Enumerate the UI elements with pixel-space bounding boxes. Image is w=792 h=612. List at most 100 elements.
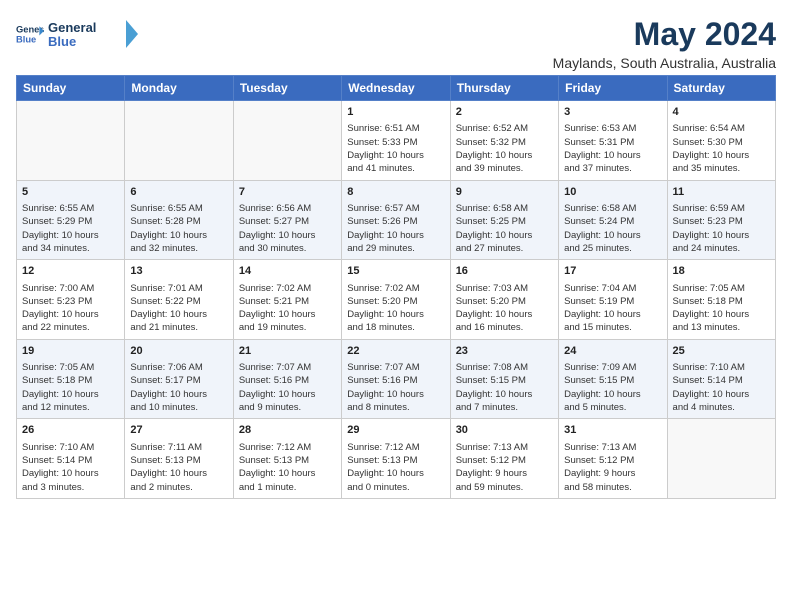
- day-number: 4: [673, 105, 770, 120]
- day-cell: 14 Sunrise: 7:02 AM Sunset: 5:21 PM Dayli…: [233, 260, 341, 340]
- day-number: 22: [347, 344, 444, 359]
- day-info: Sunrise: 6:51 AM Sunset: 5:33 PM Dayligh…: [347, 122, 444, 175]
- day-info: Sunrise: 6:52 AM Sunset: 5:32 PM Dayligh…: [456, 122, 553, 175]
- day-cell: 31Sunrise: 7:13 AM Sunset: 5:12 PM Dayli…: [559, 419, 667, 499]
- subtitle: Maylands, South Australia, Australia: [553, 55, 776, 71]
- logo-svg: General Blue: [48, 16, 138, 52]
- day-cell: 6 Sunrise: 6:55 AM Sunset: 5:28 PM Daylig…: [125, 180, 233, 260]
- header-cell-friday: Friday: [559, 76, 667, 101]
- day-info: Sunrise: 7:11 AM Sunset: 5:13 PM Dayligh…: [130, 441, 227, 494]
- day-number: 26: [22, 423, 119, 438]
- day-number: 2: [456, 105, 553, 120]
- day-number: 19: [22, 344, 119, 359]
- day-number: 24: [564, 344, 661, 359]
- calendar-body: 1 Sunrise: 6:51 AM Sunset: 5:33 PM Daylig…: [17, 101, 776, 499]
- day-number: 1: [347, 105, 444, 120]
- day-cell: 27 Sunrise: 7:11 AM Sunset: 5:13 PM Dayli…: [125, 419, 233, 499]
- day-number: 28: [239, 423, 336, 438]
- day-cell: 30 Sunrise: 7:13 AM Sunset: 5:12 PM Dayli…: [450, 419, 558, 499]
- day-info: Sunrise: 6:55 AM Sunset: 5:29 PM Dayligh…: [22, 202, 119, 255]
- day-info: Sunrise: 6:55 AM Sunset: 5:28 PM Dayligh…: [130, 202, 227, 255]
- week-row-1: 1 Sunrise: 6:51 AM Sunset: 5:33 PM Daylig…: [17, 101, 776, 181]
- day-cell: 1 Sunrise: 6:51 AM Sunset: 5:33 PM Daylig…: [342, 101, 450, 181]
- day-info: Sunrise: 7:08 AM Sunset: 5:15 PM Dayligh…: [456, 361, 553, 414]
- day-number: 13: [130, 264, 227, 279]
- day-info: Sunrise: 7:02 AM Sunset: 5:20 PM Dayligh…: [347, 282, 444, 335]
- day-info: Sunrise: 7:10 AM Sunset: 5:14 PM Dayligh…: [22, 441, 119, 494]
- header-cell-saturday: Saturday: [667, 76, 775, 101]
- main-title: May 2024: [553, 16, 776, 53]
- day-number: 15: [347, 264, 444, 279]
- title-block: May 2024 Maylands, South Australia, Aust…: [553, 16, 776, 71]
- day-cell: 2 Sunrise: 6:52 AM Sunset: 5:32 PM Daylig…: [450, 101, 558, 181]
- header-cell-sunday: Sunday: [17, 76, 125, 101]
- svg-text:Blue: Blue: [16, 35, 36, 45]
- day-number: 21: [239, 344, 336, 359]
- day-cell: 17 Sunrise: 7:04 AM Sunset: 5:19 PM Dayli…: [559, 260, 667, 340]
- day-info: Sunrise: 7:09 AM Sunset: 5:15 PM Dayligh…: [564, 361, 661, 414]
- day-cell: [667, 419, 775, 499]
- svg-text:Blue: Blue: [48, 34, 76, 49]
- day-info: Sunrise: 7:07 AM Sunset: 5:16 PM Dayligh…: [347, 361, 444, 414]
- day-cell: 22 Sunrise: 7:07 AM Sunset: 5:16 PM Dayli…: [342, 339, 450, 419]
- logo-icon: General Blue: [16, 20, 44, 48]
- header-row: SundayMondayTuesdayWednesdayThursdayFrid…: [17, 76, 776, 101]
- day-info: Sunrise: 6:54 AM Sunset: 5:30 PM Dayligh…: [673, 122, 770, 175]
- day-number: 6: [130, 185, 227, 200]
- day-cell: 11Sunrise: 6:59 AM Sunset: 5:23 PM Dayli…: [667, 180, 775, 260]
- day-number: 27: [130, 423, 227, 438]
- day-info: Sunrise: 7:12 AM Sunset: 5:13 PM Dayligh…: [347, 441, 444, 494]
- day-cell: 20Sunrise: 7:06 AM Sunset: 5:17 PM Dayli…: [125, 339, 233, 419]
- day-cell: 19 Sunrise: 7:05 AM Sunset: 5:18 PM Dayli…: [17, 339, 125, 419]
- day-number: 5: [22, 185, 119, 200]
- logo: General Blue General Blue: [16, 16, 138, 52]
- day-info: Sunrise: 7:13 AM Sunset: 5:12 PM Dayligh…: [456, 441, 553, 494]
- day-number: 17: [564, 264, 661, 279]
- day-info: Sunrise: 7:12 AM Sunset: 5:13 PM Dayligh…: [239, 441, 336, 494]
- day-cell: 16Sunrise: 7:03 AM Sunset: 5:20 PM Dayli…: [450, 260, 558, 340]
- header-cell-thursday: Thursday: [450, 76, 558, 101]
- day-cell: 13 Sunrise: 7:01 AM Sunset: 5:22 PM Dayli…: [125, 260, 233, 340]
- svg-text:General: General: [48, 20, 96, 35]
- day-cell: 9Sunrise: 6:58 AM Sunset: 5:25 PM Daylig…: [450, 180, 558, 260]
- day-cell: 21 Sunrise: 7:07 AM Sunset: 5:16 PM Dayli…: [233, 339, 341, 419]
- day-info: Sunrise: 6:57 AM Sunset: 5:26 PM Dayligh…: [347, 202, 444, 255]
- day-cell: 25Sunrise: 7:10 AM Sunset: 5:14 PM Dayli…: [667, 339, 775, 419]
- week-row-3: 12Sunrise: 7:00 AM Sunset: 5:23 PM Dayli…: [17, 260, 776, 340]
- header-cell-monday: Monday: [125, 76, 233, 101]
- day-info: Sunrise: 7:05 AM Sunset: 5:18 PM Dayligh…: [673, 282, 770, 335]
- day-number: 11: [673, 185, 770, 200]
- day-info: Sunrise: 7:01 AM Sunset: 5:22 PM Dayligh…: [130, 282, 227, 335]
- day-number: 18: [673, 264, 770, 279]
- week-row-5: 26 Sunrise: 7:10 AM Sunset: 5:14 PM Dayli…: [17, 419, 776, 499]
- day-cell: 18 Sunrise: 7:05 AM Sunset: 5:18 PM Dayli…: [667, 260, 775, 340]
- day-number: 30: [456, 423, 553, 438]
- day-number: 25: [673, 344, 770, 359]
- week-row-2: 5 Sunrise: 6:55 AM Sunset: 5:29 PM Daylig…: [17, 180, 776, 260]
- day-info: Sunrise: 7:03 AM Sunset: 5:20 PM Dayligh…: [456, 282, 553, 335]
- day-info: Sunrise: 6:58 AM Sunset: 5:24 PM Dayligh…: [564, 202, 661, 255]
- calendar-table: SundayMondayTuesdayWednesdayThursdayFrid…: [16, 75, 776, 499]
- day-cell: 4 Sunrise: 6:54 AM Sunset: 5:30 PM Daylig…: [667, 101, 775, 181]
- day-cell: 24 Sunrise: 7:09 AM Sunset: 5:15 PM Dayli…: [559, 339, 667, 419]
- day-cell: 26 Sunrise: 7:10 AM Sunset: 5:14 PM Dayli…: [17, 419, 125, 499]
- day-info: Sunrise: 7:05 AM Sunset: 5:18 PM Dayligh…: [22, 361, 119, 414]
- day-number: 23: [456, 344, 553, 359]
- day-cell: [233, 101, 341, 181]
- day-cell: 28 Sunrise: 7:12 AM Sunset: 5:13 PM Dayli…: [233, 419, 341, 499]
- day-info: Sunrise: 7:02 AM Sunset: 5:21 PM Dayligh…: [239, 282, 336, 335]
- day-info: Sunrise: 6:53 AM Sunset: 5:31 PM Dayligh…: [564, 122, 661, 175]
- day-number: 14: [239, 264, 336, 279]
- day-number: 29: [347, 423, 444, 438]
- day-number: 20: [130, 344, 227, 359]
- day-info: Sunrise: 7:04 AM Sunset: 5:19 PM Dayligh…: [564, 282, 661, 335]
- day-cell: 7Sunrise: 6:56 AM Sunset: 5:27 PM Daylig…: [233, 180, 341, 260]
- header-cell-tuesday: Tuesday: [233, 76, 341, 101]
- day-cell: [17, 101, 125, 181]
- day-cell: 15 Sunrise: 7:02 AM Sunset: 5:20 PM Dayli…: [342, 260, 450, 340]
- day-info: Sunrise: 7:07 AM Sunset: 5:16 PM Dayligh…: [239, 361, 336, 414]
- day-info: Sunrise: 7:00 AM Sunset: 5:23 PM Dayligh…: [22, 282, 119, 335]
- day-info: Sunrise: 6:58 AM Sunset: 5:25 PM Dayligh…: [456, 202, 553, 255]
- day-cell: 3Sunrise: 6:53 AM Sunset: 5:31 PM Daylig…: [559, 101, 667, 181]
- day-cell: 23 Sunrise: 7:08 AM Sunset: 5:15 PM Dayli…: [450, 339, 558, 419]
